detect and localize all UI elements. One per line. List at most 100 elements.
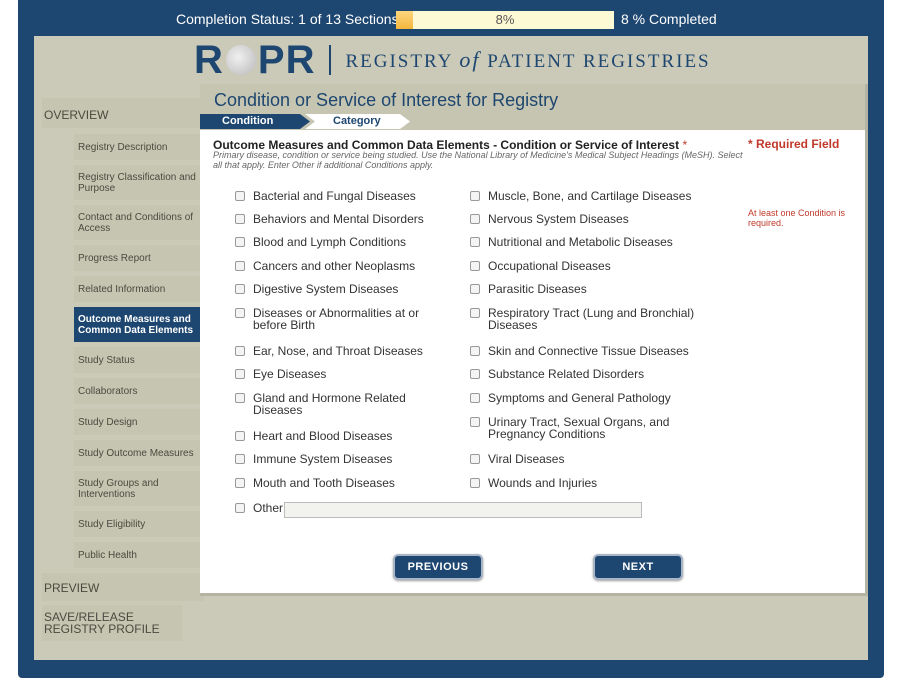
nav-progress-report[interactable]: Progress Report <box>74 245 203 271</box>
checkbox-label: Urinary Tract, Sexual Organs, and Pregna… <box>488 415 670 441</box>
checkbox[interactable] <box>470 214 480 224</box>
nav-related-information[interactable]: Related Information <box>74 276 203 302</box>
next-button[interactable]: NEXT <box>593 554 683 580</box>
checkbox[interactable] <box>470 417 480 427</box>
checkbox-label: Cancers and other Neoplasms <box>253 259 416 273</box>
condition-checkbox-viral[interactable]: Viral Diseases <box>470 453 700 465</box>
condition-checkbox-symptoms[interactable]: Symptoms and General Pathology <box>470 392 700 404</box>
condition-checkbox-occupational[interactable]: Occupational Diseases <box>470 260 700 272</box>
nav-study-groups[interactable]: Study Groups and Interventions <box>74 471 203 506</box>
nav-study-eligibility[interactable]: Study Eligibility <box>74 511 203 537</box>
nav-study-outcome-measures[interactable]: Study Outcome Measures <box>74 440 203 466</box>
checkbox-label: Behaviors and Mental Disorders <box>253 212 424 226</box>
checkbox-label: Occupational Diseases <box>488 259 611 273</box>
logo-letters-pr: PR <box>257 37 316 82</box>
page-header: Condition or Service of Interest for Reg… <box>200 84 865 130</box>
condition-checkbox-skin-connective[interactable]: Skin and Connective Tissue Diseases <box>470 345 700 357</box>
condition-checkbox-bacterial-fungal[interactable]: Bacterial and Fungal Diseases <box>235 190 435 202</box>
condition-checkbox-heart-blood[interactable]: Heart and Blood Diseases <box>235 430 435 442</box>
nav-contact-conditions[interactable]: Contact and Conditions of Access <box>74 205 203 240</box>
checkbox[interactable] <box>235 346 245 356</box>
nav-collaborators[interactable]: Collaborators <box>74 378 203 404</box>
checkbox-label: Nervous System Diseases <box>488 212 629 226</box>
checkbox[interactable] <box>235 261 245 271</box>
previous-button[interactable]: PREVIOUS <box>393 554 483 580</box>
logo-text-patient-registries: PATIENT REGISTRIES <box>487 51 711 72</box>
app-frame: Completion Status: 1 of 13 Sections 8% 8… <box>18 0 884 678</box>
nav-registry-classification[interactable]: Registry Classification and Purpose <box>74 165 203 200</box>
logo-letter-r: R <box>194 37 224 82</box>
step-category[interactable]: Category <box>305 114 410 129</box>
checkbox[interactable] <box>235 503 245 513</box>
logo-divider <box>329 45 332 75</box>
checkbox-label: Heart and Blood Diseases <box>253 429 393 443</box>
condition-checkbox-urinary[interactable]: Urinary Tract, Sexual Organs, and Pregna… <box>470 416 685 440</box>
condition-checkbox-blood-lymph[interactable]: Blood and Lymph Conditions <box>235 236 435 248</box>
checkbox[interactable] <box>470 261 480 271</box>
logo-circle-icon <box>225 45 256 75</box>
step-condition[interactable]: Condition <box>200 114 310 129</box>
nav-preview[interactable]: PREVIEW <box>42 573 204 601</box>
condition-checkbox-mouth-tooth[interactable]: Mouth and Tooth Diseases <box>235 477 435 489</box>
logo-text-of: of <box>459 47 481 72</box>
nav-registry-description[interactable]: Registry Description <box>74 134 203 160</box>
checkbox-label: Diseases or Abnormalities at or before B… <box>253 306 420 332</box>
nav-study-status[interactable]: Study Status <box>74 347 203 373</box>
content-area: Condition or Service of Interest for Reg… <box>200 84 868 596</box>
checkbox[interactable] <box>235 214 245 224</box>
logo-text-registry: REGISTRY <box>345 51 453 72</box>
checkbox[interactable] <box>235 454 245 464</box>
checkbox-label: Nutritional and Metabolic Diseases <box>488 235 673 249</box>
checkbox-label: Mouth and Tooth Diseases <box>253 476 395 490</box>
condition-checkbox-digestive[interactable]: Digestive System Diseases <box>235 283 435 295</box>
nav-save-release[interactable]: SAVE/RELEASE REGISTRY PROFILE <box>42 605 182 641</box>
checkbox[interactable] <box>470 478 480 488</box>
checkbox-label: Other <box>253 501 284 515</box>
checkbox[interactable] <box>470 393 480 403</box>
condition-checkbox-birth-abnormalities[interactable]: Diseases or Abnormalities at or before B… <box>235 307 425 331</box>
checkbox[interactable] <box>235 369 245 379</box>
progress-bar: 8% <box>396 11 614 29</box>
condition-checkbox-behaviors-mental[interactable]: Behaviors and Mental Disorders <box>235 213 435 225</box>
checkbox[interactable] <box>235 431 245 441</box>
condition-checkbox-muscle-bone[interactable]: Muscle, Bone, and Cartilage Diseases <box>470 190 700 202</box>
checkbox[interactable] <box>235 191 245 201</box>
checkbox[interactable] <box>235 393 245 403</box>
checkbox-label: Ear, Nose, and Throat Diseases <box>253 344 423 358</box>
required-field-legend: * Required Field <box>748 137 840 151</box>
checkbox[interactable] <box>470 346 480 356</box>
condition-checkbox-nutritional-metabolic[interactable]: Nutritional and Metabolic Diseases <box>470 236 700 248</box>
other-condition-input[interactable] <box>284 502 642 518</box>
checkbox[interactable] <box>470 308 480 318</box>
condition-checkbox-ear-nose-throat[interactable]: Ear, Nose, and Throat Diseases <box>235 345 435 357</box>
checkbox-label: Blood and Lymph Conditions <box>253 235 406 249</box>
page-title: Condition or Service of Interest for Reg… <box>214 90 559 110</box>
condition-checkbox-parasitic[interactable]: Parasitic Diseases <box>470 283 700 295</box>
checkbox[interactable] <box>235 284 245 294</box>
completion-status-label: Completion Status: 1 of 13 Sections <box>176 11 399 27</box>
condition-checkbox-nervous[interactable]: Nervous System Diseases <box>470 213 700 225</box>
condition-checkbox-gland-hormone[interactable]: Gland and Hormone Related Diseases <box>235 392 425 416</box>
condition-checkbox-substance[interactable]: Substance Related Disorders <box>470 368 700 380</box>
nav-public-health[interactable]: Public Health <box>74 542 203 568</box>
checkbox[interactable] <box>235 308 245 318</box>
condition-checkbox-cancers[interactable]: Cancers and other Neoplasms <box>235 260 435 272</box>
condition-checkbox-eye[interactable]: Eye Diseases <box>235 368 435 380</box>
checkbox-label: Viral Diseases <box>488 452 565 466</box>
checkbox[interactable] <box>235 237 245 247</box>
logo-text: REGISTRY of PATIENT REGISTRIES <box>345 47 710 73</box>
nav-study-design[interactable]: Study Design <box>74 409 203 435</box>
checkbox[interactable] <box>470 237 480 247</box>
nav-overview[interactable]: OVERVIEW <box>42 98 204 128</box>
checkbox[interactable] <box>470 454 480 464</box>
progress-percent: 8% <box>495 12 515 27</box>
condition-checkbox-respiratory[interactable]: Respiratory Tract (Lung and Bronchial) D… <box>470 307 695 331</box>
nav-outcome-measures[interactable]: Outcome Measures and Common Data Element… <box>74 307 203 342</box>
condition-checkbox-wounds[interactable]: Wounds and Injuries <box>470 477 700 489</box>
checkbox[interactable] <box>470 191 480 201</box>
checkbox[interactable] <box>470 284 480 294</box>
condition-checkbox-immune[interactable]: Immune System Diseases <box>235 453 435 465</box>
checkbox[interactable] <box>235 478 245 488</box>
checkbox[interactable] <box>470 369 480 379</box>
checkbox-label: Substance Related Disorders <box>488 367 645 381</box>
